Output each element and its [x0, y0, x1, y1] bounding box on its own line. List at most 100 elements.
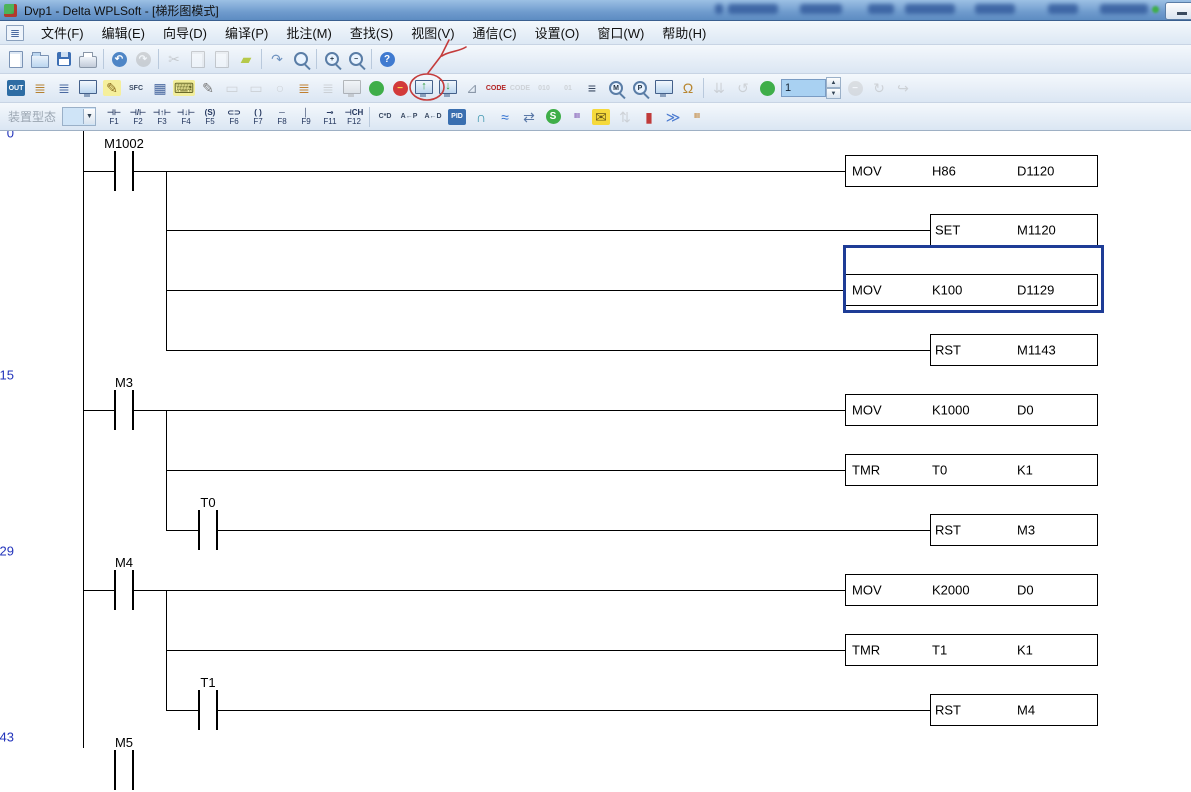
copy-button — [186, 47, 210, 71]
find-device-button[interactable]: M — [604, 76, 628, 100]
instruction-rst-m4[interactable]: RST M4 — [930, 694, 1098, 726]
ladder-comment-button[interactable]: ≣ — [292, 76, 316, 100]
bulb-button: ○ — [268, 76, 292, 100]
spinner-up-button[interactable]: ▲ — [826, 77, 841, 88]
coil-set-button[interactable]: (S)F5 — [198, 108, 222, 126]
open-file-button[interactable] — [28, 47, 52, 71]
contact-rising-button[interactable]: ⊣↑⊢F3 — [150, 108, 174, 126]
wizard-temperature-button[interactable]: ▮ — [637, 105, 661, 129]
menu-search[interactable]: 查找(S) — [341, 21, 402, 44]
contact-falling-button[interactable]: ⊣↓⊢F4 — [174, 108, 198, 126]
contact-nc-button[interactable]: ⊣/⊢F2 — [126, 108, 150, 126]
contact-no-button[interactable]: ⊣⊢F1 — [102, 108, 126, 126]
operand-1: K2000 — [932, 583, 970, 598]
instruction-mov-h86-d1120[interactable]: MOVH86D1120 — [845, 155, 1098, 187]
wizard-wave-button[interactable]: ≈ — [493, 105, 517, 129]
monitor-mode-button[interactable] — [76, 76, 100, 100]
network-monitor-button[interactable] — [652, 76, 676, 100]
instruction-rst-m1143[interactable]: RSTM1143 — [930, 334, 1098, 366]
ladder-view-button[interactable]: ≣ — [28, 76, 52, 100]
menu-window[interactable]: 窗口(W) — [588, 21, 653, 44]
step-spinner-value[interactable]: 1 — [781, 79, 826, 97]
menu-options[interactable]: 设置(O) — [526, 21, 589, 44]
simulator-button[interactable] — [364, 76, 388, 100]
contact-m4[interactable] — [104, 568, 144, 612]
menu-help[interactable]: 帮助(H) — [653, 21, 715, 44]
wizard-device-button[interactable]: A←D — [421, 105, 445, 129]
communication-setting-button[interactable]: ⊿ — [460, 76, 484, 100]
zoom-out-button[interactable]: − — [344, 47, 368, 71]
instruction-mov-k1000-d0[interactable]: MOVK1000D0 — [845, 394, 1098, 426]
find-button[interactable] — [289, 47, 313, 71]
instruction-tmr-t0-k1[interactable]: TMRT0K1 — [845, 454, 1098, 486]
device-type-combobox[interactable]: ▼ — [62, 107, 96, 126]
save-file-button[interactable] — [52, 47, 76, 71]
instruction-table-button[interactable]: ▦ — [148, 76, 172, 100]
menu-view[interactable]: 视图(V) — [402, 21, 463, 44]
wizard-flow-button[interactable]: ≫ — [661, 105, 685, 129]
monitor-list-button[interactable]: ≡ — [580, 76, 604, 100]
contact-m1002[interactable] — [104, 149, 144, 193]
output-coil-icon: ⊂⊃ — [222, 108, 246, 117]
opcode: RST — [935, 703, 961, 718]
contact-m3[interactable] — [104, 388, 144, 432]
instruction-set-m1120[interactable]: SETM1120 — [930, 214, 1098, 246]
trace-button[interactable]: ↷ — [265, 47, 289, 71]
stop-button[interactable]: − — [388, 76, 412, 100]
vertical-line-button[interactable]: │F9 — [294, 108, 318, 126]
menu-compile[interactable]: 编译(P) — [216, 21, 277, 44]
wizard-shift-button[interactable]: ⇄ — [517, 105, 541, 129]
soft-keypad-button[interactable]: ⌨ — [172, 76, 196, 100]
compare-contact-button[interactable]: ⊣CHF12 — [342, 108, 366, 126]
edit-mode-button[interactable]: ✎ — [100, 76, 124, 100]
print-button[interactable] — [76, 47, 100, 71]
erase-button[interactable]: ▰ — [234, 47, 258, 71]
menu-comment[interactable]: 批注(M) — [277, 21, 341, 44]
menu-wizard[interactable]: 向导(D) — [154, 21, 216, 44]
wizard-crossref-button[interactable]: C*D — [373, 105, 397, 129]
ladder-to-code-button[interactable]: CODE — [484, 76, 508, 100]
menu-communication[interactable]: 通信(C) — [464, 21, 526, 44]
instruction-view-button[interactable]: ≣ — [52, 76, 76, 100]
inverse-logic-button[interactable]: ⊸F11 — [318, 108, 342, 126]
contact-t1[interactable] — [188, 688, 228, 732]
wizard-speed-button[interactable]: S — [541, 105, 565, 129]
ladder-out-button[interactable]: OUT — [4, 76, 28, 100]
instruction-mov-k2000-d0[interactable]: MOVK2000D0 — [845, 574, 1098, 606]
minimize-button[interactable] — [1165, 2, 1191, 20]
wizard-counter-button[interactable]: III — [685, 105, 709, 129]
sfc-view-button[interactable]: SFC — [124, 76, 148, 100]
wire — [166, 470, 845, 471]
wizard-ram-button[interactable]: III — [565, 105, 589, 129]
operand-1: M4 — [1017, 703, 1035, 718]
ladder-window-icon[interactable]: ≣ — [6, 25, 24, 41]
bulb-icon: ○ — [271, 80, 289, 96]
redacted-region — [905, 4, 955, 14]
find-ip-button[interactable]: P — [628, 76, 652, 100]
application-instruction-button[interactable]: ( )F7 — [246, 108, 270, 126]
horizontal-line-button[interactable]: ─F8 — [270, 108, 294, 126]
wizard-position-button[interactable]: ∩ — [469, 105, 493, 129]
menu-edit[interactable]: 编辑(E) — [93, 21, 154, 44]
step-spinner[interactable]: 1▲▼ — [781, 77, 841, 99]
instruction-tmr-t1-k1[interactable]: TMRT1K1 — [845, 634, 1098, 666]
web-button[interactable] — [755, 76, 779, 100]
wizard-speed-icon: S — [546, 109, 561, 124]
spinner-down-button[interactable]: ▼ — [826, 88, 841, 99]
menu-file[interactable]: 文件(F) — [32, 21, 93, 44]
help-button[interactable]: ? — [375, 47, 399, 71]
new-file-button[interactable] — [4, 47, 28, 71]
undo-button[interactable]: ↶ — [107, 47, 131, 71]
zoom-in-button[interactable]: + — [320, 47, 344, 71]
download-to-plc-button[interactable]: ↑ — [412, 76, 436, 100]
upload-from-plc-button[interactable]: ↓ — [436, 76, 460, 100]
output-coil-button[interactable]: ⊂⊃F6 — [222, 108, 246, 126]
wizard-pid-button[interactable]: PID — [445, 105, 469, 129]
contact-t0[interactable] — [188, 508, 228, 552]
instruction-rst-m3[interactable]: RSTM3 — [930, 514, 1098, 546]
contact-m5[interactable] — [104, 748, 144, 792]
wizard-api-button[interactable]: A←P — [397, 105, 421, 129]
pen-button[interactable]: ✎ — [196, 76, 220, 100]
online-edit-button[interactable]: Ω — [676, 76, 700, 100]
wizard-email-button[interactable]: ✉ — [589, 105, 613, 129]
